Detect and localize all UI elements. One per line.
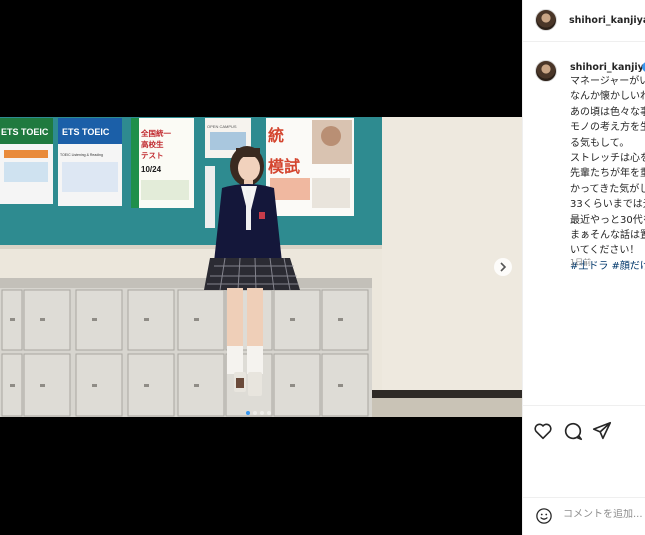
poster-toeic-2-sub: TOEIC Listening & Reading [60, 153, 103, 157]
comment-icon[interactable] [562, 420, 584, 442]
caption-line: あの頃は色々な事 [570, 106, 645, 118]
caption-line: モノの考え方を生 [570, 122, 645, 134]
caption-username[interactable]: shihori_kanjiya [570, 62, 645, 73]
caption-avatar[interactable] [535, 60, 557, 82]
heart-icon[interactable] [532, 420, 554, 442]
header-username[interactable]: shihori_kanjiya [569, 15, 645, 26]
caption-line: ストレッチは心を [570, 153, 645, 165]
poster-test-title-2: 高校生 [141, 139, 164, 149]
comment-bar [523, 497, 645, 535]
slide-dot [245, 411, 250, 415]
slide-dot [259, 411, 264, 415]
caption-line: 33くらいまでは元 [570, 199, 645, 211]
post-photo[interactable]: ETS TOEIC ETS TOEIC TOEIC Listening & Re… [0, 0, 522, 535]
poster-mock-1: 統 [268, 126, 284, 145]
caption-line: マネージャーがい [570, 76, 645, 87]
avatar[interactable] [535, 9, 557, 31]
caption-text: マネージャーがい なんか懐かしいわ あの頃は色々な事 モノの考え方を生 る気もし… [570, 74, 645, 274]
post-sidebar: shihori_kanjiya shihori_kanjiya マネージャーがい… [522, 0, 645, 535]
comment-input[interactable] [563, 509, 645, 520]
poster-test-date: 10/24 [141, 165, 162, 174]
caption-line: 先輩たちが年を重 [570, 168, 645, 180]
caption-line: る気もして。 [570, 137, 630, 149]
poster-toeic-1-text: ETS TOEIC [1, 127, 49, 137]
emoji-icon[interactable] [535, 507, 553, 525]
post-time: 1日前 [570, 258, 592, 267]
poster-test-title-3: テスト [141, 151, 164, 160]
poster-open-campus: OPEN CAMPUS [207, 124, 237, 129]
caption-line: かってきた気がし [570, 183, 645, 195]
poster-test-title: 全国統一 [140, 128, 171, 138]
caption-line: なんか懐かしいわ [570, 91, 645, 103]
next-slide-button[interactable] [494, 258, 512, 276]
poster-toeic-2-text: ETS TOEIC [62, 127, 110, 137]
post-header: shihori_kanjiya [523, 0, 645, 42]
slide-dot [266, 411, 271, 415]
caption-line: 最近やっと30代を [570, 214, 645, 226]
slide-indicator [244, 400, 272, 415]
share-icon[interactable] [591, 420, 613, 442]
chevron-right-icon [500, 262, 507, 272]
poster-mock-2: 模試 [268, 157, 300, 176]
caption-line: まぁそんな話は置 [570, 230, 645, 242]
photo-scene: ETS TOEIC ETS TOEIC TOEIC Listening & Re… [0, 0, 522, 535]
slide-dot [252, 411, 257, 415]
action-bar [523, 405, 645, 455]
